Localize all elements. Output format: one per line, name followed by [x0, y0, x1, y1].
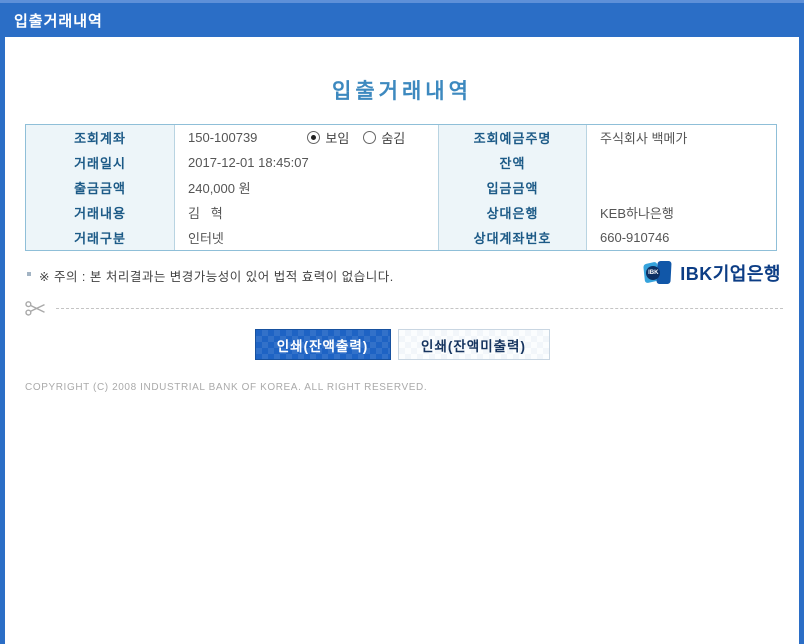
- value-transaction-datetime: 2017-12-01 18:45:07: [175, 150, 439, 175]
- account-number: 150-100739: [188, 130, 258, 145]
- radio-hide[interactable]: [363, 131, 377, 144]
- value-counterpart-bank: KEB하나은행: [587, 200, 776, 225]
- ibk-logo-icon: IBK: [643, 259, 676, 287]
- notice-row: ※ 주의 : 본 처리결과는 변경가능성이 있어 법적 효력이 없습니다. IB…: [25, 259, 781, 295]
- print-without-balance-button[interactable]: 인쇄(잔액미출력): [397, 329, 550, 360]
- button-row: 인쇄(잔액출력) 인쇄(잔액미출력): [5, 329, 799, 360]
- radio-show-label[interactable]: 보임: [325, 128, 349, 147]
- value-withdrawal-amount: 240,000 원: [175, 175, 439, 200]
- value-counterpart-account: 660-910746: [587, 225, 776, 250]
- window-title: 입출거래내역: [14, 13, 103, 30]
- label-account: 조회계좌: [26, 125, 175, 150]
- label-deposit-amount: 입금금액: [439, 175, 587, 200]
- value-balance: [587, 150, 776, 175]
- bank-name: IBK기업은행: [680, 264, 781, 284]
- screen: 입출거래내역 입출거래내역 조회계좌 150-100739 보임 숨김 조회예금…: [0, 0, 804, 644]
- label-counterpart-account: 상대계좌번호: [439, 225, 587, 250]
- top-header-bar: 입출거래내역: [0, 0, 804, 37]
- value-deposit-amount: [587, 175, 776, 200]
- radio-show[interactable]: [307, 131, 321, 144]
- print-with-balance-button[interactable]: 인쇄(잔액출력): [254, 329, 391, 360]
- value-transaction-type: 인터넷: [175, 225, 439, 250]
- scissors-icon: [25, 300, 45, 316]
- notice-text: ※ 주의 : 본 처리결과는 변경가능성이 있어 법적 효력이 없습니다.: [39, 270, 394, 284]
- label-transaction-type: 거래구분: [26, 225, 175, 250]
- label-balance: 잔액: [439, 150, 587, 175]
- label-transaction-datetime: 거래일시: [26, 150, 175, 175]
- label-holder-name: 조회예금주명: [439, 125, 587, 150]
- ibk-logo: IBK IBK기업은행: [643, 259, 781, 287]
- cut-line: [25, 299, 783, 317]
- label-withdrawal-amount: 출금금액: [26, 175, 175, 200]
- label-counterpart-bank: 상대은행: [439, 200, 587, 225]
- page-title: 입출거래내역: [332, 80, 472, 103]
- bullet-square: [27, 272, 31, 276]
- value-holder-name: 주식회사 백메가: [587, 125, 776, 150]
- dashed-line: [56, 307, 783, 309]
- copyright: COPYRIGHT (C) 2008 INDUSTRIAL BANK OF KO…: [25, 382, 428, 393]
- label-transaction-description: 거래내용: [26, 200, 175, 225]
- account-value-cell: 150-100739 보임 숨김: [175, 125, 439, 150]
- transaction-table: 조회계좌 150-100739 보임 숨김 조회예금주명 주식회사 백메가 거래…: [25, 124, 777, 251]
- account-visibility-radios: 보임 숨김: [307, 128, 419, 147]
- value-transaction-description: 김 혁: [175, 200, 439, 225]
- radio-hide-label[interactable]: 숨김: [381, 128, 405, 147]
- content-panel: 입출거래내역 조회계좌 150-100739 보임 숨김 조회예금주명 주식회사…: [5, 37, 799, 644]
